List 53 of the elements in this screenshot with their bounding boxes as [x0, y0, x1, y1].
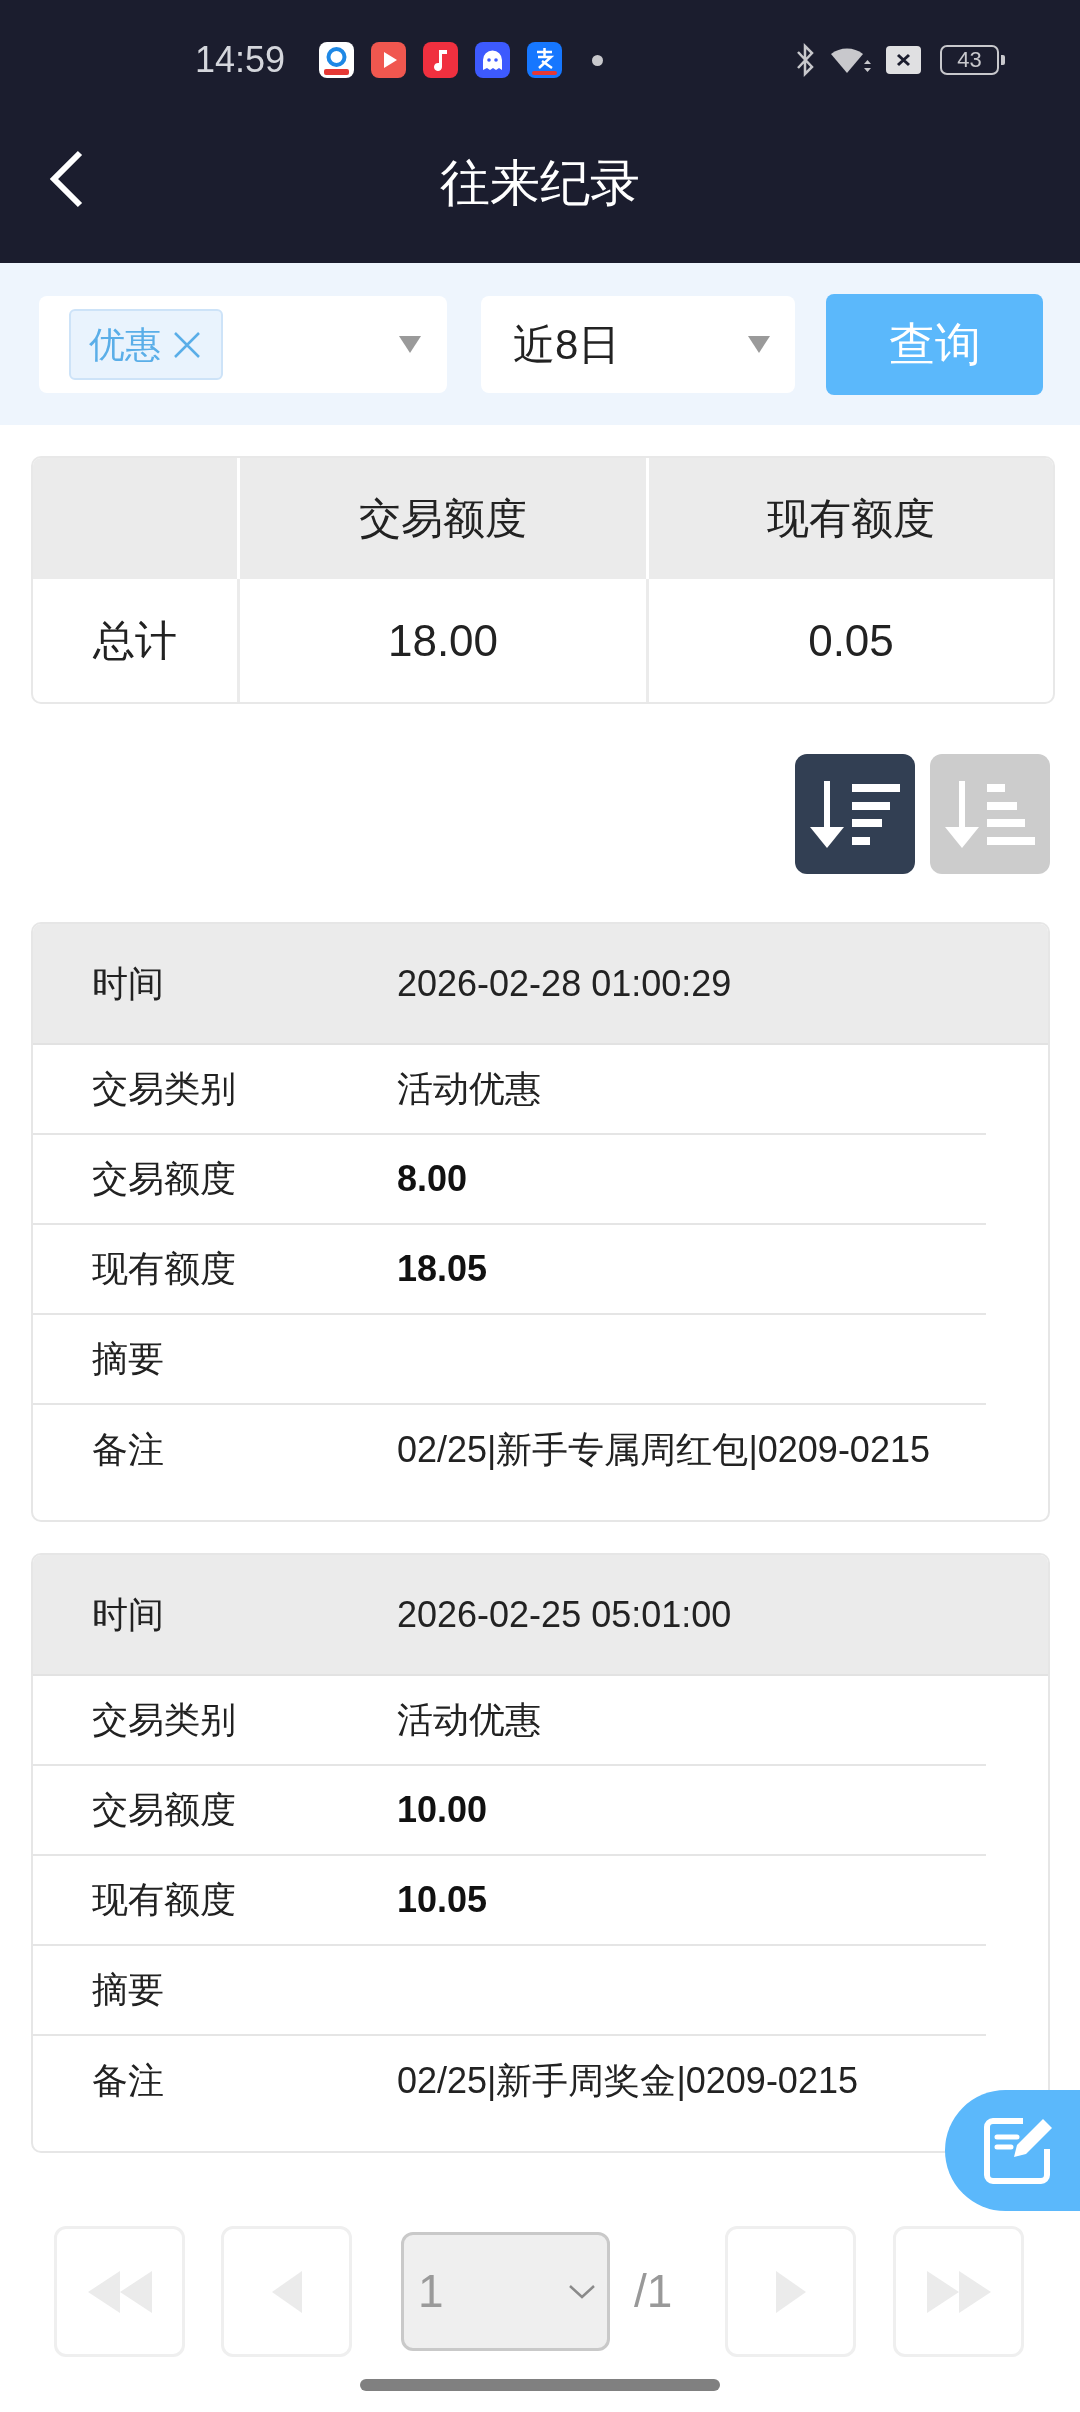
sort-ascending-icon	[945, 780, 1035, 848]
field-label: 时间	[92, 1592, 165, 1637]
field-label: 交易额度	[92, 1788, 237, 1832]
field-value: 活动优惠	[397, 1067, 541, 1111]
field-value: 2026-02-25 05:01:00	[397, 1592, 732, 1637]
field-value: 18.05	[397, 1247, 488, 1291]
edit-note-button[interactable]	[945, 2090, 1080, 2211]
back-chevron-icon	[48, 150, 84, 208]
field-value: 10.05	[397, 1878, 488, 1922]
close-icon[interactable]	[173, 330, 201, 359]
field-label: 现有额度	[92, 1247, 237, 1291]
table-header-cell-text: 交易额度	[359, 494, 527, 544]
field-label: 摘要	[92, 1337, 165, 1381]
battery-indicator: 43	[940, 45, 1005, 75]
tag-label: 优惠	[89, 322, 161, 367]
field-label: 现有额度	[92, 1878, 237, 1922]
page-title: 往来纪录	[440, 154, 640, 213]
query-button[interactable]: 查询	[826, 294, 1043, 395]
ghost-app-icon	[475, 42, 511, 78]
sort-button[interactable]	[795, 754, 915, 874]
ring-app-icon	[319, 42, 355, 78]
play-app-icon	[371, 42, 407, 78]
status-time: 14:59	[195, 42, 286, 78]
field-label: 交易类别	[92, 1067, 237, 1111]
field-label: 摘要	[92, 1968, 165, 2012]
caret-icon	[399, 336, 421, 353]
bluetooth-icon	[796, 43, 814, 77]
field-label: 交易额度	[92, 1157, 237, 1201]
field-label: 交易类别	[92, 1698, 237, 1742]
field-value: 8.00	[397, 1157, 468, 1201]
page-total: /1	[634, 2264, 673, 2319]
table-row-label: 总计	[93, 616, 177, 666]
caret-icon	[748, 336, 770, 353]
field-label: 时间	[92, 961, 165, 1006]
table-cell-text: 18.00	[387, 614, 499, 667]
field-label: 备注	[92, 1428, 165, 1472]
field-label: 备注	[92, 2059, 165, 2103]
table-cell-text: 0.05	[808, 614, 894, 667]
select-value: 近8日	[513, 320, 621, 370]
period-select[interactable]: 近8日	[481, 296, 795, 393]
edit-note-icon	[983, 2116, 1055, 2185]
payment-app-icon	[527, 42, 563, 78]
field-value: 2026-02-28 01:00:29	[397, 961, 732, 1006]
field-value: 活动优惠	[397, 1698, 541, 1742]
category-select[interactable]: 优惠	[39, 296, 447, 393]
field-value: 10.00	[397, 1788, 488, 1832]
music-note-app-icon	[423, 42, 459, 78]
x-box-icon	[886, 46, 921, 74]
table-header-cell-text: 现有额度	[767, 494, 935, 544]
sort-descending-icon	[810, 780, 900, 848]
chevron-down-icon	[569, 2284, 595, 2299]
field-value: 02/25|新手周奖金|0209-0215	[397, 2059, 858, 2103]
field-value: 02/25|新手专属周红包|0209-0215	[397, 1428, 930, 1472]
